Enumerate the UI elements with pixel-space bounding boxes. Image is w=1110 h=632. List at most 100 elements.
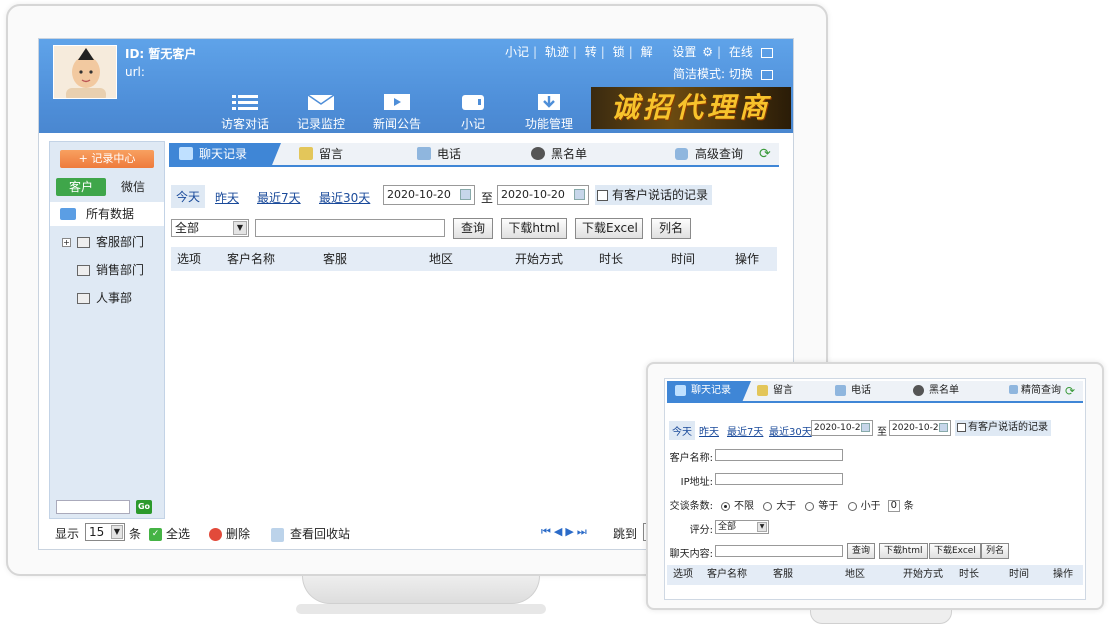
calendar-icon[interactable]	[939, 423, 948, 432]
tablet-filter-last30[interactable]: 最近30天	[769, 423, 812, 438]
tablet-date-from-input[interactable]: 2020-10-20	[811, 420, 873, 436]
status-dropdown-icon[interactable]	[761, 48, 773, 58]
filter-last30[interactable]: 最近30天	[319, 189, 370, 206]
col-agent[interactable]: 客服	[323, 247, 347, 271]
go-button[interactable]: Go	[136, 500, 152, 514]
col-start-method[interactable]: 开始方式	[515, 247, 563, 271]
advanced-query-button[interactable]: 高级查询	[675, 143, 743, 165]
select-all-button[interactable]: ✓全选	[149, 525, 190, 542]
chevron-down-icon[interactable]: ▼	[111, 525, 123, 539]
tablet-filter-yesterday[interactable]: 昨天	[699, 423, 719, 438]
sidebar-search-input[interactable]	[56, 500, 130, 514]
tablet-col-start-method[interactable]: 开始方式	[903, 565, 943, 585]
tablet-download-excel-button[interactable]: 下载Excel	[929, 543, 981, 559]
col-option[interactable]: 选项	[177, 247, 201, 271]
refresh-icon[interactable]: ⟳	[759, 147, 775, 161]
date-to-input[interactable]: 2020-10-20	[497, 185, 589, 205]
nav-record-monitor[interactable]: 记录监控	[283, 93, 359, 132]
top-link-note[interactable]: 小记	[505, 45, 529, 59]
sidebar-item-sales-dept[interactable]: 销售部门	[77, 260, 144, 280]
col-time[interactable]: 时间	[671, 247, 695, 271]
col-region[interactable]: 地区	[429, 247, 453, 271]
scope-select[interactable]: 全部▼	[171, 219, 249, 237]
download-excel-button[interactable]: 下载Excel	[575, 218, 643, 239]
tablet-rating-select[interactable]: 全部▼	[715, 520, 769, 534]
gear-icon[interactable]: ⚙	[702, 45, 713, 59]
tablet-tab-messages[interactable]: 留言	[755, 381, 793, 401]
sidebar-item-all-data[interactable]: 所有数据	[50, 202, 164, 226]
tablet-col-time[interactable]: 时间	[1009, 565, 1029, 585]
tablet-filter-today[interactable]: 今天	[669, 421, 695, 440]
tablet-tab-phone[interactable]: 电话	[833, 381, 871, 401]
nav-news[interactable]: 新闻公告	[359, 93, 435, 132]
nav-function-manage[interactable]: 功能管理	[511, 93, 587, 132]
tab-phone[interactable]: 电话	[415, 143, 461, 165]
search-input[interactable]	[255, 219, 445, 237]
tablet-download-html-button[interactable]: 下载html	[879, 543, 928, 559]
tablet-col-option[interactable]: 选项	[673, 565, 693, 585]
radio-greater[interactable]	[763, 502, 772, 511]
sidebar-item-service-dept[interactable]: +客服部门	[62, 232, 144, 252]
msg-count-input[interactable]: 0	[888, 500, 900, 512]
tablet-ip-input[interactable]	[715, 473, 843, 485]
tablet-customer-name-input[interactable]	[715, 449, 843, 461]
tablet-tab-chat-records[interactable]: 聊天记录	[667, 381, 751, 401]
promo-banner[interactable]: 诚招代理商	[591, 87, 791, 129]
tab-messages[interactable]: 留言	[297, 143, 343, 165]
columns-button[interactable]: 列名	[651, 218, 691, 239]
chevron-down-icon[interactable]: ▼	[757, 522, 767, 532]
tablet-date-to-input[interactable]: 2020-10-20	[889, 420, 951, 436]
chevron-down-icon[interactable]: ▼	[233, 221, 247, 235]
sidebar-item-hr-dept[interactable]: 人事部	[77, 288, 132, 308]
next-page-icon[interactable]: ▶	[565, 525, 576, 538]
download-html-button[interactable]: 下载html	[501, 218, 567, 239]
refresh-icon[interactable]: ⟳	[1065, 381, 1075, 401]
tab-blacklist[interactable]: 黑名单	[529, 143, 587, 165]
col-actions[interactable]: 操作	[735, 247, 759, 271]
tablet-col-duration[interactable]: 时长	[959, 565, 979, 585]
mode-switch[interactable]: 简洁模式: 切换	[673, 65, 773, 82]
tablet-tab-blacklist[interactable]: 黑名单	[911, 381, 959, 401]
date-from-input[interactable]: 2020-10-20	[383, 185, 475, 205]
checkbox-icon[interactable]	[597, 190, 608, 201]
online-status[interactable]: 在线	[729, 45, 753, 59]
tablet-only-customer-checkbox[interactable]: 有客户说话的记录	[955, 420, 1051, 436]
recycle-bin-button[interactable]: 查看回收站	[271, 525, 350, 542]
top-link-track[interactable]: 轨迹	[545, 45, 569, 59]
tablet-col-actions[interactable]: 操作	[1053, 565, 1073, 585]
prev-page-icon[interactable]: ◀	[554, 525, 565, 538]
filter-yesterday[interactable]: 昨天	[215, 189, 239, 206]
page-size-select[interactable]: 15▼	[85, 523, 125, 541]
calendar-icon[interactable]	[574, 189, 585, 200]
delete-button[interactable]: 删除	[209, 525, 250, 542]
first-page-icon[interactable]: ⏮	[541, 525, 554, 538]
checkbox-icon[interactable]	[957, 423, 966, 432]
settings-link[interactable]: 设置	[672, 45, 696, 59]
tablet-filter-last7[interactable]: 最近7天	[727, 423, 763, 438]
tablet-col-customer-name[interactable]: 客户名称	[707, 565, 747, 585]
calendar-icon[interactable]	[861, 423, 870, 432]
filter-today[interactable]: 今天	[171, 185, 205, 208]
expand-icon[interactable]: +	[62, 238, 71, 247]
nav-visitor-chat[interactable]: 访客对话	[207, 93, 283, 132]
col-customer-name[interactable]: 客户名称	[227, 247, 275, 271]
radio-less[interactable]	[848, 502, 857, 511]
tablet-chat-content-input[interactable]	[715, 545, 843, 557]
col-duration[interactable]: 时长	[599, 247, 623, 271]
last-page-icon[interactable]: ⏭	[577, 525, 590, 538]
nav-notes[interactable]: 小记	[435, 93, 511, 132]
tablet-col-region[interactable]: 地区	[845, 565, 865, 585]
top-link-unlock[interactable]: 解	[641, 45, 653, 59]
radio-unlimited[interactable]	[721, 502, 730, 511]
tablet-col-agent[interactable]: 客服	[773, 565, 793, 585]
sidebar-tab-customer[interactable]: 客户	[56, 178, 106, 196]
tab-chat-records[interactable]: 聊天记录	[169, 143, 281, 165]
query-button[interactable]: 查询	[453, 218, 493, 239]
top-link-lock[interactable]: 锁	[613, 45, 625, 59]
only-customer-checkbox[interactable]: 有客户说话的记录	[595, 185, 712, 205]
record-center-button[interactable]: + 记录中心	[60, 150, 154, 168]
top-link-transfer[interactable]: 转	[585, 45, 597, 59]
tablet-query-button[interactable]: 查询	[847, 543, 875, 559]
tablet-simple-query-button[interactable]: 精简查询	[1007, 381, 1061, 401]
filter-last7[interactable]: 最近7天	[257, 189, 301, 206]
